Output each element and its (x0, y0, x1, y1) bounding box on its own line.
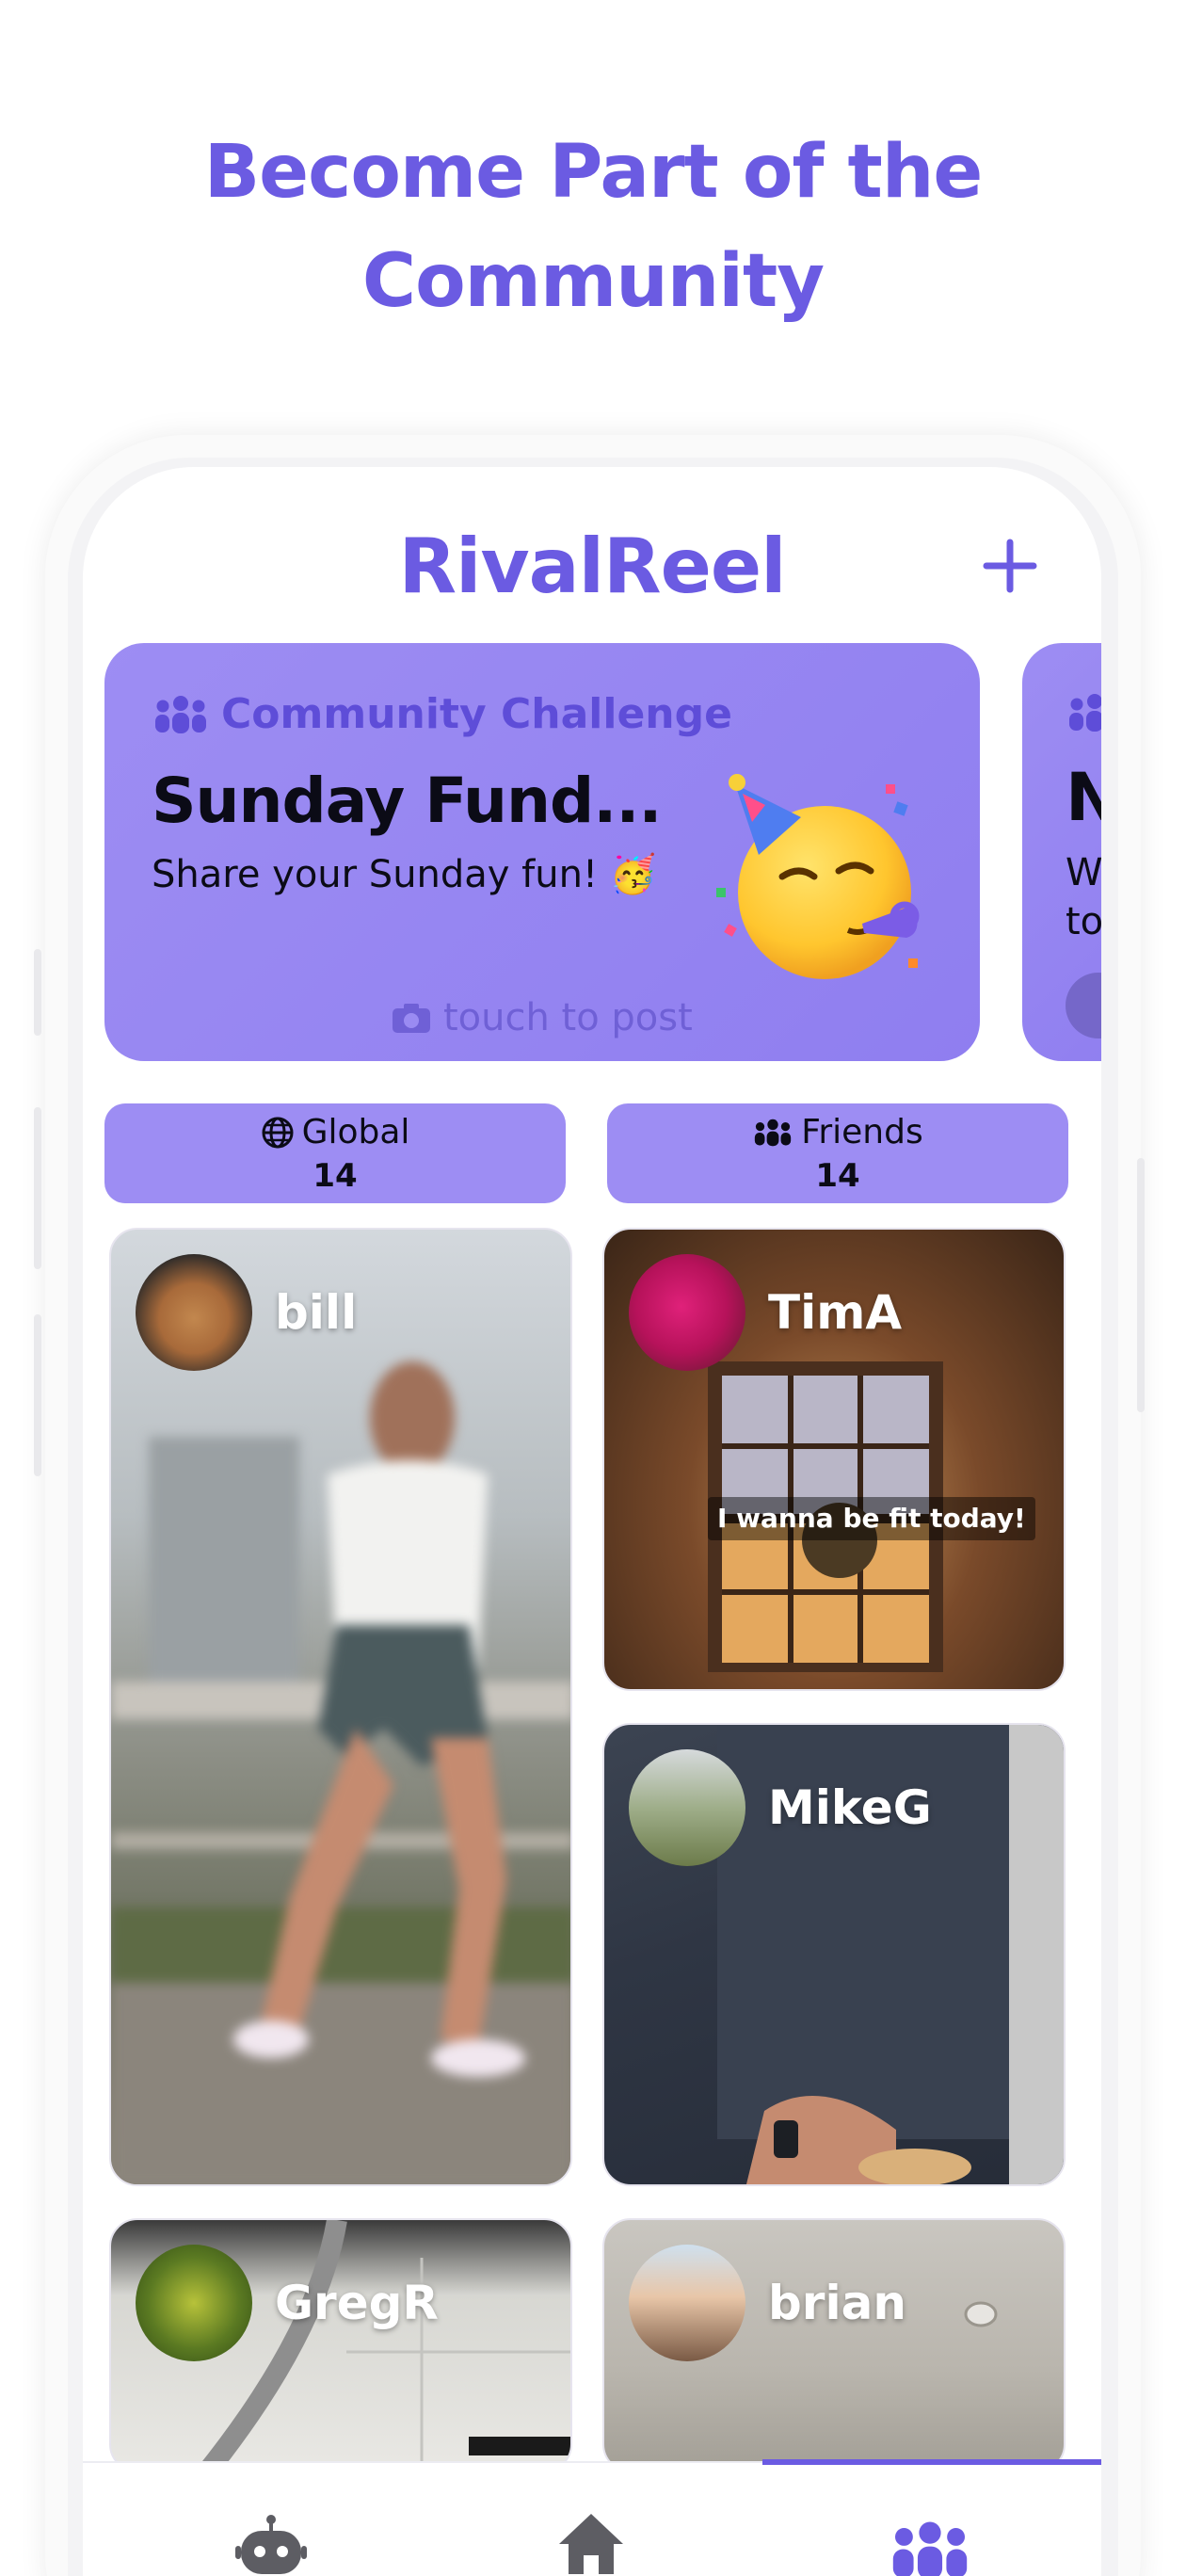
app-title: RivalReel (398, 523, 786, 610)
friends-label: Friends (801, 1113, 923, 1151)
community-icon (892, 2521, 968, 2576)
partying-face-icon (716, 774, 920, 979)
next-challenge-title: N (1066, 759, 1101, 836)
next-challenge-card[interactable]: N W to (1022, 643, 1101, 1061)
friends-count: 14 (815, 1157, 860, 1195)
challenge-tag: Community Challenge (152, 688, 732, 741)
next-challenge-subtitle-line-2: to (1066, 900, 1101, 943)
phone-side-button-4 (1137, 1158, 1145, 1412)
avatar-brian[interactable] (629, 2245, 745, 2361)
next-challenge-subtitle: W to (1066, 848, 1101, 946)
post-photo (111, 1361, 570, 2184)
add-post-button[interactable] (977, 533, 1043, 599)
username-tima[interactable]: TimA (768, 1284, 902, 1341)
globe-icon (262, 1117, 294, 1149)
post-card-tima[interactable]: TimA I wanna be fit today! (602, 1228, 1066, 1691)
home-icon (559, 2514, 623, 2574)
global-count: 14 (313, 1157, 358, 1195)
username-brian[interactable]: brian (768, 2275, 906, 2331)
tab-community[interactable] (873, 2501, 986, 2576)
tab-home[interactable] (535, 2501, 648, 2576)
challenge-title: Sunday Fund... (152, 765, 662, 837)
avatar-bill[interactable] (136, 1254, 252, 1371)
post-card-gregr[interactable]: GregR (109, 2218, 572, 2472)
plus-icon (983, 539, 1037, 593)
global-stat-label: Global (104, 1111, 566, 1154)
phone-side-button-2 (34, 1107, 41, 1269)
next-challenge-camera-button[interactable] (1066, 973, 1101, 1038)
promo-headline-line-1: Become Part of the (203, 130, 984, 215)
promo-headline: Become Part of the Community (0, 118, 1186, 336)
promo-headline-line-2: Community (361, 239, 825, 324)
tab-bar (83, 2459, 1101, 2576)
avatar-gregr[interactable] (136, 2245, 252, 2361)
camera-icon (393, 1004, 431, 1033)
friends-stat-label: Friends (607, 1111, 1068, 1154)
username-bill[interactable]: bill (275, 1284, 357, 1341)
active-tab-indicator (762, 2459, 1101, 2465)
next-challenge-subtitle-line-1: W (1066, 851, 1101, 894)
challenge-card[interactable]: Community Challenge Sunday Fund... Share… (104, 643, 980, 1061)
username-mikeg[interactable]: MikeG (768, 1779, 932, 1836)
people-icon (755, 1119, 792, 1147)
phone-screen: RivalReel Community Challenge Sunday Fun… (83, 467, 1101, 2576)
touch-to-post[interactable]: touch to post (104, 993, 980, 1042)
post-card-mikeg[interactable]: MikeG (602, 1723, 1066, 2186)
global-stat[interactable]: Global 14 (104, 1103, 566, 1203)
post-card-brian[interactable]: brian (602, 2218, 1066, 2472)
post-caption: I wanna be fit today! (708, 1497, 1035, 1540)
phone-side-button-3 (34, 1314, 41, 1476)
avatar-mikeg[interactable] (629, 1749, 745, 1866)
post-card-bill[interactable]: bill (109, 1228, 572, 2186)
people-icon (155, 696, 206, 733)
tab-bot[interactable] (215, 2501, 328, 2576)
people-icon (1069, 694, 1101, 732)
username-gregr[interactable]: GregR (275, 2275, 439, 2331)
phone-side-button-1 (34, 949, 41, 1036)
challenge-subtitle: Share your Sunday fun! 🥳 (152, 853, 657, 896)
touch-to-post-label: touch to post (442, 996, 693, 1039)
challenge-tag-label: Community Challenge (221, 690, 732, 738)
avatar-tima[interactable] (629, 1254, 745, 1371)
robot-icon (235, 2515, 307, 2574)
friends-stat[interactable]: Friends 14 (607, 1103, 1068, 1203)
global-label: Global (301, 1113, 410, 1151)
